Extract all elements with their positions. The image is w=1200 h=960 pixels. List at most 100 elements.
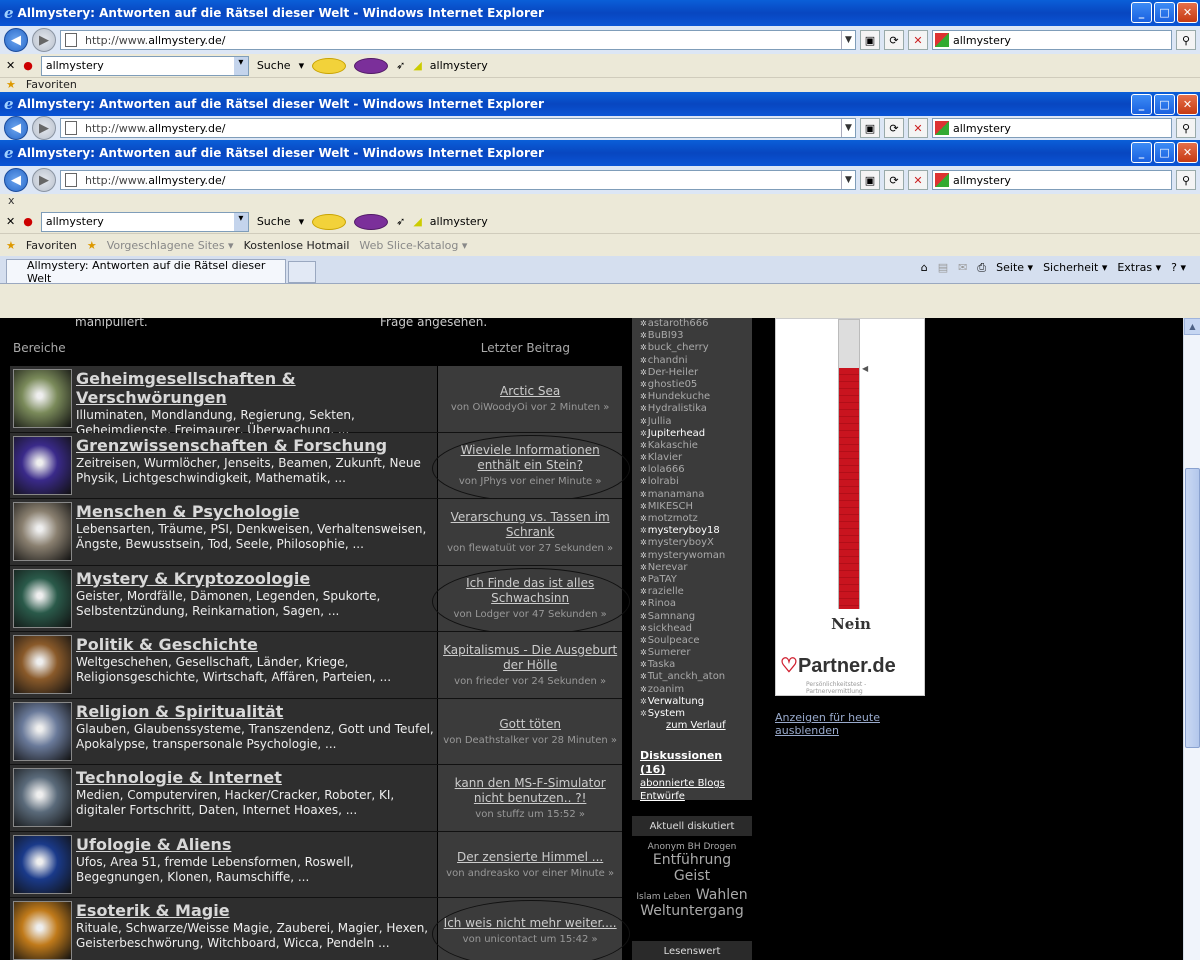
url-dropdown-icon[interactable]: ▼ — [841, 171, 855, 189]
online-user-link[interactable]: motzmotz — [640, 513, 744, 525]
back-icon[interactable]: ◀ — [4, 168, 28, 192]
close-button[interactable]: ✕ — [1177, 94, 1198, 115]
minimize-button[interactable]: _ — [1131, 94, 1152, 115]
online-user-link[interactable]: sickhead — [640, 623, 744, 635]
category-image-icon[interactable] — [13, 701, 72, 761]
cursor-icon[interactable]: ➶ — [396, 59, 405, 72]
toolbar-brand-link[interactable]: allmystery — [430, 215, 488, 228]
favorites-button[interactable]: Favoriten — [26, 78, 77, 91]
window-title-bar[interactable]: e Allmystery: Antworten auf die Rätsel d… — [0, 0, 1200, 26]
category-image-icon[interactable] — [13, 502, 72, 561]
online-user-link[interactable]: Samnang — [640, 611, 744, 623]
scroll-up-icon[interactable]: ▲ — [1184, 318, 1200, 335]
maximize-button[interactable]: □ — [1154, 2, 1175, 23]
compat-icon[interactable]: ▣ — [860, 170, 880, 190]
bug-icon[interactable]: ● — [23, 215, 33, 228]
feeds-icon[interactable]: ▤ — [938, 261, 948, 275]
url-input[interactable]: http://www. allmystery.de/▼ — [60, 30, 856, 50]
discussions-link[interactable]: Diskussionen (16) — [640, 749, 722, 776]
close-toolbar-icon[interactable]: ✕ — [6, 215, 15, 228]
url-input[interactable]: http://www. allmystery.de/▼ — [60, 118, 856, 138]
last-post-link[interactable]: Ich Finde das ist alles Schwachsinn — [442, 576, 618, 606]
category-image-icon[interactable] — [13, 568, 72, 628]
category-title-link[interactable]: Esoterik & Magie — [76, 901, 434, 920]
category-title-link[interactable]: Politik & Geschichte — [76, 635, 434, 654]
online-user-link[interactable]: Tut_anckh_aton — [640, 671, 744, 683]
hide-ads-link[interactable]: Anzeigen für heute ausblenden — [775, 711, 925, 737]
last-post-link[interactable]: kann den MS-F-Simulator nicht benutzen..… — [442, 776, 618, 806]
eyes-icon[interactable] — [354, 213, 389, 230]
online-user-link[interactable]: Jullia — [640, 416, 744, 428]
url-dropdown-icon[interactable]: ▼ — [841, 31, 855, 49]
category-image-icon[interactable] — [13, 635, 72, 694]
scroll-thumb[interactable] — [1185, 468, 1200, 748]
subscribed-blogs-link[interactable]: abonnierte Blogs — [640, 777, 744, 790]
online-user-link[interactable]: Der-Heiler — [640, 367, 744, 379]
online-user-link[interactable]: lola666 — [640, 464, 744, 476]
last-post-link[interactable]: Arctic Sea — [500, 384, 560, 399]
minimize-button[interactable]: _ — [1131, 2, 1152, 23]
category-title-link[interactable]: Menschen & Psychologie — [76, 502, 434, 521]
close-menu-icon[interactable]: x — [8, 194, 15, 207]
window-title-bar-2[interactable]: e Allmystery: Antworten auf die Rätsel d… — [0, 92, 1200, 116]
search-input[interactable]: allmystery — [932, 118, 1172, 138]
hotmail-link[interactable]: Kostenlose Hotmail — [244, 239, 350, 252]
refresh-icon[interactable]: ⟳ — [884, 118, 904, 138]
search-icon[interactable]: ⚲ — [1176, 30, 1196, 50]
highlight-icon[interactable]: ◢ — [413, 59, 421, 72]
back-icon[interactable]: ◀ — [4, 116, 28, 140]
online-user-link[interactable]: chandni — [640, 355, 744, 367]
safety-menu[interactable]: Sicherheit ▾ — [1043, 261, 1107, 275]
tag-row[interactable]: Islam Leben — [636, 892, 690, 902]
online-user-link[interactable]: Nerevar — [640, 562, 744, 574]
category-title-link[interactable]: Religion & Spiritualität — [76, 702, 434, 721]
online-user-link[interactable]: Rinoa — [640, 598, 744, 610]
online-user-link[interactable]: manamana — [640, 489, 744, 501]
search-icon[interactable]: ⚲ — [1176, 118, 1196, 138]
web-slice-link[interactable]: Web Slice-Katalog ▾ — [359, 239, 467, 252]
forward-icon[interactable]: ▶ — [32, 168, 56, 192]
favorites-star-icon[interactable]: ★ — [6, 239, 16, 252]
suggested-sites-link[interactable]: Vorgeschlagene Sites ▾ — [107, 239, 234, 252]
forward-icon[interactable]: ▶ — [32, 28, 56, 52]
highlight-icon[interactable]: ◢ — [413, 215, 421, 228]
online-user-link[interactable]: buck_cherry — [640, 342, 744, 354]
toolbar-search-button[interactable]: Suche — [257, 59, 291, 72]
close-button[interactable]: ✕ — [1177, 2, 1198, 23]
toolbar-search-button[interactable]: Suche — [257, 215, 291, 228]
last-post-link[interactable]: Verarschung vs. Tassen im Schrank — [442, 510, 618, 540]
drafts-link[interactable]: Entwürfe — [640, 790, 744, 803]
close-button[interactable]: ✕ — [1177, 142, 1198, 163]
online-user-link[interactable]: mysterywoman — [640, 550, 744, 562]
search-input[interactable]: allmystery — [932, 170, 1172, 190]
category-image-icon[interactable] — [13, 768, 72, 827]
tag-weltuntergang[interactable]: Weltuntergang — [636, 903, 748, 919]
search-icon[interactable]: ⚲ — [1176, 170, 1196, 190]
poll-thermometer[interactable]: ◀ Nein ♡Partner.de Persönlichkeitstest -… — [775, 318, 925, 696]
home-icon[interactable]: ⌂ — [921, 261, 928, 275]
close-toolbar-icon[interactable]: ✕ — [6, 59, 15, 72]
online-user-link[interactable]: Jupiterhead — [640, 428, 744, 440]
last-post-link[interactable]: Wieviele Informationen enthält ein Stein… — [442, 443, 618, 473]
url-input[interactable]: http://www. allmystery.de/▼ — [60, 170, 856, 190]
url-dropdown-icon[interactable]: ▼ — [841, 119, 855, 137]
online-user-link[interactable]: zoanim — [640, 684, 744, 696]
category-title-link[interactable]: Mystery & Kryptozoologie — [76, 569, 434, 588]
online-user-link[interactable]: Klavier — [640, 452, 744, 464]
category-image-icon[interactable] — [13, 901, 72, 960]
online-user-link[interactable]: Verwaltung — [640, 696, 744, 708]
toolbar-brand-link[interactable]: allmystery — [430, 59, 488, 72]
online-user-link[interactable]: razielle — [640, 586, 744, 598]
category-image-icon[interactable] — [13, 435, 72, 495]
online-user-link[interactable]: Hundekuche — [640, 391, 744, 403]
partner-logo[interactable]: ♡Partner.de — [780, 653, 896, 678]
chevron-down-icon[interactable]: ▾ — [299, 215, 305, 228]
last-post-link[interactable]: Gott töten — [499, 717, 561, 732]
maximize-button[interactable]: □ — [1154, 94, 1175, 115]
category-image-icon[interactable] — [13, 369, 72, 428]
stop-icon[interactable]: ✕ — [908, 170, 928, 190]
window-title-bar-3[interactable]: e Allmystery: Antworten auf die Rätsel d… — [0, 140, 1200, 166]
category-image-icon[interactable] — [13, 834, 72, 894]
cursor-icon[interactable]: ➶ — [396, 215, 405, 228]
online-user-link[interactable]: lolrabi — [640, 476, 744, 488]
